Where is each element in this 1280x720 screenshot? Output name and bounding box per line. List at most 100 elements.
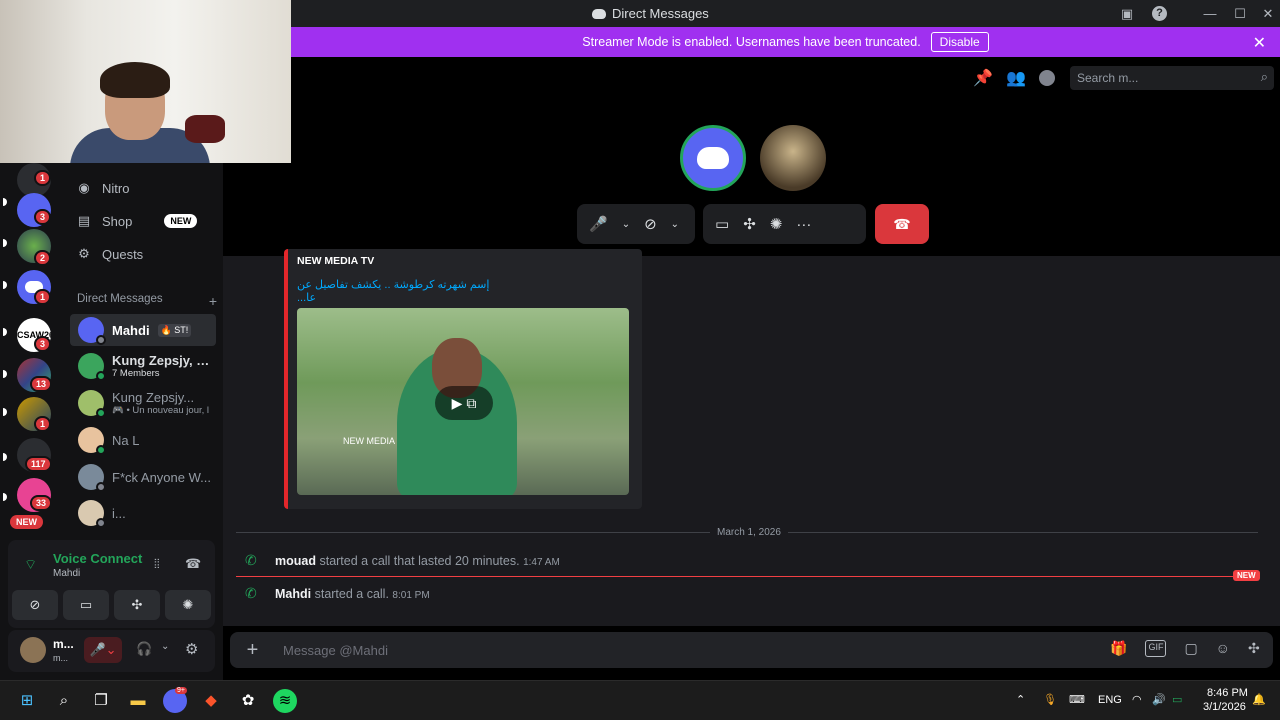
- keyboard-icon[interactable]: ⌨: [1069, 693, 1085, 706]
- apps-icon[interactable]: ✣: [1248, 640, 1260, 657]
- voice-channel[interactable]: Mahdi: [53, 568, 80, 579]
- nav-quests[interactable]: ⚙ Quests: [76, 246, 143, 262]
- close-banner-icon[interactable]: ✕: [1253, 33, 1266, 53]
- file-explorer-icon[interactable]: ▬: [126, 689, 150, 713]
- pin-icon[interactable]: 📌: [973, 68, 993, 88]
- notifications-icon[interactable]: 🔔: [1252, 693, 1266, 706]
- embed-title[interactable]: إسم شهرته كرطوشة .. يكشف تفاصيل عن عا...: [297, 278, 497, 304]
- user-profile-icon[interactable]: [1039, 70, 1055, 86]
- watermark: NEW MEDIA: [343, 436, 396, 446]
- search-icon[interactable]: ⌕: [52, 689, 76, 713]
- voice-status[interactable]: Voice Connecte: [53, 551, 143, 566]
- battery-icon[interactable]: ▭: [1172, 693, 1182, 706]
- more-icon[interactable]: ···: [796, 216, 811, 233]
- discord-logo-icon: [697, 147, 729, 169]
- task-view-icon[interactable]: ❐: [89, 689, 113, 713]
- maximize-button[interactable]: ☐: [1230, 4, 1250, 24]
- create-dm-icon[interactable]: +: [209, 293, 217, 309]
- mic-muted-icon[interactable]: 🎤: [589, 215, 608, 233]
- close-window-button[interactable]: ✕: [1258, 4, 1278, 24]
- discord-logo-icon: [592, 8, 606, 19]
- signal-icon[interactable]: ⌔: [24, 556, 37, 574]
- headphones-icon[interactable]: 🎧: [136, 641, 152, 657]
- phone-icon: ✆: [245, 552, 257, 568]
- mic-muted-button[interactable]: 🎤⌄: [84, 637, 122, 663]
- message-composer[interactable]: + Message @Mahdi 🎁 GIF ▢ ☺ ✣: [230, 632, 1273, 668]
- inbox-icon[interactable]: ▣: [1117, 4, 1137, 24]
- nav-nitro[interactable]: ◉ Nitro: [76, 180, 129, 196]
- clock-date[interactable]: 3/1/2026: [1203, 701, 1246, 713]
- windows-start-icon[interactable]: ⊞: [15, 689, 39, 713]
- activities-icon[interactable]: ✣: [743, 215, 756, 233]
- quests-icon: ⚙: [78, 246, 90, 261]
- clock-time[interactable]: 8:46 PM: [1207, 687, 1248, 699]
- user-status: m...: [53, 653, 68, 663]
- user-panel: m... m... 🎤⌄ 🎧 ⌄ ⚙: [8, 630, 215, 672]
- dm-item[interactable]: Kung Zepsjy... 🎮 • Un nouveau jour, l: [70, 387, 216, 419]
- soundboard-icon[interactable]: ✺: [770, 215, 783, 233]
- play-icon[interactable]: ▶ ⧉: [435, 386, 493, 420]
- composer-tools: 🎁 GIF ▢ ☺ ✣: [1110, 640, 1260, 657]
- new-tag: NEW: [164, 214, 198, 228]
- wifi-icon[interactable]: ◠: [1132, 693, 1142, 706]
- embed-provider[interactable]: NEW MEDIA TV: [297, 255, 374, 267]
- chevron-down-icon[interactable]: ⌄: [671, 219, 679, 230]
- call-actions: ▭ ✣ ✺ ···: [703, 204, 866, 244]
- screen-share-icon[interactable]: ▭: [715, 215, 729, 233]
- add-friend-icon[interactable]: 👥: [1006, 68, 1026, 88]
- dm-item[interactable]: F*ck Anyone W...: [70, 461, 216, 493]
- call-avatar-peer[interactable]: [760, 125, 826, 191]
- username[interactable]: m...: [53, 637, 74, 651]
- language-indicator[interactable]: ENG: [1098, 694, 1122, 706]
- soundboard-icon[interactable]: ✺: [165, 590, 211, 620]
- avatar[interactable]: [20, 637, 46, 663]
- link-embed: NEW MEDIA TV إسم شهرته كرطوشة .. يكشف تف…: [284, 249, 642, 509]
- attach-plus-icon[interactable]: +: [230, 639, 275, 662]
- new-unreads-pill[interactable]: NEW: [10, 515, 43, 529]
- avatar: [78, 464, 106, 492]
- disconnect-icon[interactable]: ☎: [185, 556, 201, 572]
- volume-icon[interactable]: 🔊: [1152, 693, 1166, 706]
- call-avatar-self[interactable]: [680, 125, 746, 191]
- voice-actions: ⊘ ▭ ✣ ✺: [12, 590, 211, 620]
- search-input[interactable]: Search m... ⌕: [1070, 66, 1274, 90]
- date-divider-label: March 1, 2026: [710, 527, 788, 538]
- window-title: Direct Messages: [592, 6, 709, 21]
- dm-item[interactable]: i...: [70, 497, 216, 529]
- help-icon[interactable]: ?: [1152, 6, 1167, 21]
- call-log-message: ✆ mouad started a call that lasted 20 mi…: [245, 552, 560, 568]
- dm-item[interactable]: Kung Zepsjy, P... 7 Members: [70, 350, 216, 382]
- spotify-icon[interactable]: ≋: [273, 689, 297, 713]
- message-input[interactable]: Message @Mahdi: [283, 643, 388, 658]
- dm-item[interactable]: Mahdi 🔥 ST!: [70, 314, 216, 346]
- nav-shop[interactable]: ▤ Shop NEW: [76, 213, 198, 229]
- chevron-down-icon[interactable]: ⌄: [161, 641, 169, 652]
- nitro-icon: ◉: [78, 180, 90, 195]
- camera-off-icon[interactable]: ⊘: [12, 590, 58, 620]
- settings-gear-icon[interactable]: ⚙: [185, 640, 198, 658]
- minimize-button[interactable]: —: [1200, 4, 1220, 24]
- disable-streamer-button[interactable]: Disable: [930, 32, 989, 52]
- embed-video-thumbnail[interactable]: ▶ ⧉ NEW MEDIA: [297, 308, 629, 495]
- disconnect-call-button[interactable]: ☎: [875, 204, 929, 244]
- emoji-icon[interactable]: ☺: [1216, 640, 1230, 657]
- shop-icon: ▤: [77, 213, 91, 228]
- screen-share-icon[interactable]: ▭: [63, 590, 109, 620]
- discord-badge: 9+: [175, 687, 187, 694]
- camera-off-icon[interactable]: ⊘: [644, 215, 657, 233]
- chevron-down-icon[interactable]: ⌄: [622, 219, 630, 230]
- dm-item[interactable]: Na L: [70, 424, 216, 456]
- avatar: [78, 390, 106, 418]
- noise-suppression-icon[interactable]: ⦙⦙: [154, 556, 160, 572]
- tray-chevron-icon[interactable]: ⌃: [1016, 693, 1025, 706]
- banner-text: Streamer Mode is enabled. Usernames have…: [582, 35, 921, 49]
- activities-icon[interactable]: ✣: [114, 590, 160, 620]
- gift-icon[interactable]: 🎁: [1110, 640, 1127, 657]
- microphone-in-use-icon[interactable]: 🎙: [1043, 693, 1057, 706]
- chatgpt-icon[interactable]: ✿: [236, 689, 260, 713]
- windows-taskbar: ⊞ ⌕ ❐ ▬ 9+ ◆ ✿ ≋ ⌃ 🎙 ⌨ ENG ◠ 🔊 ▭ 8:46 PM…: [0, 680, 1280, 720]
- gif-icon[interactable]: GIF: [1145, 640, 1167, 657]
- new-messages-badge: NEW: [1233, 570, 1260, 581]
- brave-browser-icon[interactable]: ◆: [199, 689, 223, 713]
- sticker-icon[interactable]: ▢: [1184, 640, 1197, 657]
